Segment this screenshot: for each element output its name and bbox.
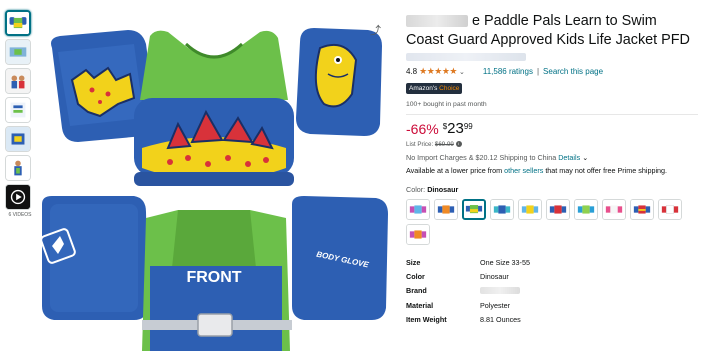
spec-row-brand: Brand — [406, 284, 698, 298]
redacted-brand — [406, 15, 468, 28]
color-swatch[interactable] — [546, 199, 570, 220]
spec-row-material: Material Polyester — [406, 300, 510, 310]
rating-row: 4.8 ★★★★★ ⌄ 11,586 ratings | Search this… — [406, 66, 698, 77]
top-right-arm-float — [296, 28, 382, 136]
spec-row-color: Color Dinosaur — [406, 271, 509, 281]
spec-row-item-weight: Item Weight 8.81 Ounces — [406, 314, 521, 324]
thumbnail-5[interactable] — [5, 126, 31, 152]
chevron-down-icon[interactable]: ⌄ — [582, 153, 588, 162]
color-swatch[interactable] — [490, 199, 514, 220]
color-swatch[interactable] — [602, 199, 626, 220]
redacted-brand-value — [480, 287, 520, 295]
price-whole: 23 — [447, 120, 464, 137]
shipping-details-link[interactable]: Details — [558, 153, 580, 162]
videos-count-label: 6 VIDEOS — [8, 212, 32, 218]
chevron-down-icon[interactable]: ⌄ — [459, 68, 465, 76]
color-swatch[interactable] — [518, 199, 542, 220]
color-swatch[interactable] — [434, 199, 458, 220]
color-swatch[interactable] — [658, 199, 682, 220]
color-swatches — [406, 199, 692, 245]
color-selector-label: Color: Dinosaur — [406, 185, 459, 194]
search-this-page-link[interactable]: Search this page — [543, 67, 603, 76]
divider — [406, 114, 698, 115]
color-swatch[interactable] — [574, 199, 598, 220]
amazons-choice-badge[interactable]: Amazon's Choice — [406, 83, 463, 94]
product-info: e Paddle Pals Learn to Swim Coast Guard … — [406, 12, 698, 326]
product-specs-table: Size One Size 33-55 Color Dinosaur Brand… — [406, 255, 698, 326]
main-product-image[interactable]: FRONT BODY GLOVE — [38, 8, 390, 351]
star-rating-icon[interactable]: ★★★★★ — [419, 66, 457, 77]
video-thumbnail[interactable] — [5, 184, 31, 210]
rating-value: 4.8 — [406, 67, 418, 76]
price-fraction: 99 — [463, 122, 473, 131]
info-icon[interactable]: i — [455, 141, 462, 148]
separator: | — [536, 67, 540, 76]
bottom-right-arm-float: BODY GLOVE — [292, 196, 388, 320]
thumbnail-2[interactable] — [5, 39, 31, 65]
vest-front-label: FRONT — [186, 269, 241, 286]
spec-row-size: Size One Size 33-55 — [406, 257, 530, 267]
thumbnail-4[interactable] — [5, 97, 31, 123]
list-price: List Price: $69.99 i — [406, 141, 698, 148]
price-row: -66% $ 23 99 — [406, 121, 698, 137]
ratings-count-link[interactable]: 11,586 ratings — [483, 67, 533, 76]
bottom-vest-body: FRONT — [142, 210, 292, 351]
thumbnail-1[interactable] — [5, 10, 31, 36]
product-title: e Paddle Pals Learn to Swim Coast Guard … — [406, 13, 690, 48]
color-swatch[interactable] — [630, 199, 654, 220]
bottom-left-arm-float — [40, 196, 148, 320]
thumbnail-column: 6 VIDEOS — [5, 10, 35, 218]
play-icon — [6, 185, 30, 209]
availability-note: Available at a lower price from other se… — [406, 166, 668, 175]
thumbnail-3[interactable] — [5, 68, 31, 94]
thumbnail-6[interactable] — [5, 155, 31, 181]
shipping-info: No Import Charges & $20.12 Shipping to C… — [406, 153, 589, 162]
color-swatch[interactable] — [406, 224, 430, 245]
redacted-store-link[interactable] — [406, 53, 526, 61]
share-icon[interactable]: ⤴ — [370, 22, 382, 37]
discount-percent: -66% — [406, 121, 439, 137]
bought-in-past-month: 100+ bought in past month — [406, 101, 487, 108]
color-swatch-dinosaur-selected[interactable] — [462, 199, 486, 220]
other-sellers-link[interactable]: other sellers — [504, 166, 543, 175]
color-swatch[interactable] — [406, 199, 430, 220]
